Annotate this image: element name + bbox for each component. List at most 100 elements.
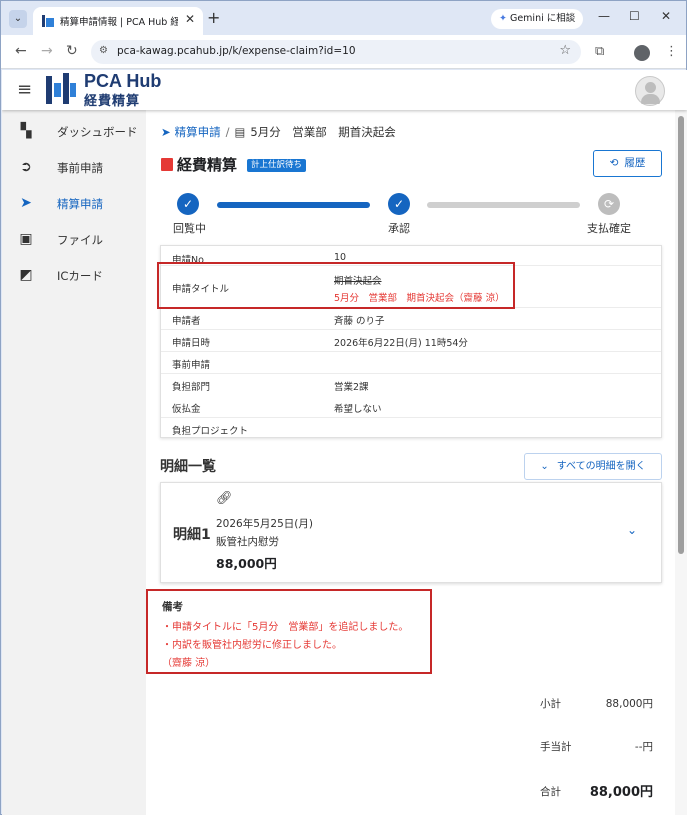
status-badge: 計上仕訳待ち: [247, 159, 307, 172]
subtotal-label: 小計: [540, 698, 561, 710]
expand-all-label: すべての明細を開く: [556, 461, 646, 472]
step-2-check-icon: ✓: [388, 193, 410, 215]
title-highlight-box: [157, 262, 515, 309]
tab-bar: ⌄ 精算申請情報 | PCA Hub 経費精算 ✕ + ✦Gemini に相談 …: [1, 1, 686, 35]
info-key: 負担プロジェクト: [172, 426, 249, 437]
info-value: 2026年6月22日(月) 11時54分: [334, 338, 468, 349]
info-value: 営業2課: [334, 382, 369, 393]
browser-tab[interactable]: 精算申請情報 | PCA Hub 経費精算 ✕: [33, 7, 203, 35]
favicon-icon: [42, 15, 54, 27]
step-label: 支払確定: [587, 222, 631, 235]
table-row: 申請者 斉藤 のり子: [161, 308, 661, 330]
history-button-label: 履歴: [624, 157, 646, 169]
step-progress-bar-2: [427, 202, 580, 208]
detail-item[interactable]: 🔗︎ 明細1 2026年5月25日(月) 販管社内慰労 88,000円 ⌄: [160, 482, 662, 583]
sidebar-item-label: ICカード: [57, 269, 103, 283]
remarks-line: ・申請タイトルに「5月分 営業部」を追記しました。: [162, 622, 409, 633]
sidebar-item-label: 事前申請: [57, 161, 103, 175]
send-icon: ➤: [161, 125, 171, 139]
browser-profile-icon[interactable]: [634, 45, 650, 61]
breadcrumb-current: 5月分 営業部 期首決起会: [250, 125, 396, 139]
info-key: 負担部門: [172, 382, 211, 393]
history-icon: ⟲: [609, 157, 619, 169]
gemini-button[interactable]: ✦ Gemini に相談: [491, 9, 584, 29]
logo-subtitle: 経費精算: [84, 94, 141, 109]
detail-category: 販管社内慰労: [216, 536, 279, 548]
step-3-pending-icon: ⟳: [598, 193, 620, 215]
app-header: ≡ PCA Hub 経費精算: [2, 70, 687, 110]
address-bar: ← → ↻ ⚙ pca-kawag.pcahub.jp/k/expense-cl…: [1, 35, 686, 69]
allowance-label: 手当計: [540, 741, 572, 753]
page-title: 経費精算: [177, 156, 238, 174]
detail-amount: 88,000円: [216, 556, 277, 571]
bookmark-star-icon[interactable]: ☆: [559, 43, 571, 58]
step-1-check-icon: ✓: [177, 193, 199, 215]
step-label: 承認: [388, 222, 410, 235]
pre-application-icon: ➲: [20, 159, 32, 175]
menu-icon[interactable]: ≡: [17, 79, 32, 100]
chevron-down-icon[interactable]: ⌄: [627, 523, 637, 537]
gemini-label: Gemini に相談: [509, 13, 576, 24]
new-tab-button[interactable]: +: [207, 8, 220, 27]
extensions-icon[interactable]: ⧉: [595, 44, 604, 59]
scrollbar[interactable]: [675, 110, 687, 815]
table-row: 負担部門 営業2課: [161, 374, 661, 396]
user-avatar[interactable]: [635, 76, 665, 106]
close-tab-icon[interactable]: ✕: [185, 12, 195, 26]
url-field[interactable]: ⚙ pca-kawag.pcahub.jp/k/expense-claim?id…: [91, 40, 581, 64]
document-icon: ▤: [234, 125, 246, 139]
table-row: 事前申請: [161, 352, 661, 374]
detail-number: 明細1: [173, 527, 211, 543]
breadcrumb-separator: /: [225, 125, 230, 139]
send-icon: ➤: [20, 195, 32, 211]
history-button[interactable]: ⟲ 履歴: [593, 150, 662, 177]
breadcrumb: ➤ 精算申請 / ▤ 5月分 営業部 期首決起会: [161, 124, 396, 140]
sidebar-item-label: ファイル: [57, 233, 103, 247]
image-icon: ▣: [19, 231, 33, 247]
url-text: pca-kawag.pcahub.jp/k/expense-claim?id=1…: [117, 45, 356, 57]
sidebar-item-label: 精算申請: [57, 197, 103, 211]
browser-menu-icon[interactable]: ⋮: [665, 44, 678, 59]
forward-icon[interactable]: →: [41, 43, 53, 59]
scrollbar-thumb[interactable]: [678, 116, 684, 554]
remarks-line: ・内訳を販管社内慰労に修正しました。: [162, 640, 342, 651]
step-progress-bar-1: [217, 202, 370, 208]
sidebar-item-ic-card[interactable]: ◩ ICカード: [2, 260, 146, 292]
pca-hub-logo-icon: [46, 73, 76, 104]
remarks-box: 備考 ・申請タイトルに「5月分 営業部」を追記しました。 ・内訳を販管社内慰労に…: [146, 589, 432, 674]
info-key: 事前申請: [172, 360, 211, 371]
remarks-line: （齋藤 涼）: [162, 658, 216, 669]
tab-search-icon[interactable]: ⌄: [9, 10, 27, 28]
info-key: 仮払金: [172, 404, 201, 415]
sidebar-item-files[interactable]: ▣ ファイル: [2, 224, 146, 256]
allowance-value: --円: [634, 741, 653, 753]
attachment-icon: 🔗︎: [216, 491, 233, 506]
window-close-icon[interactable]: ✕: [661, 9, 671, 23]
maximize-icon[interactable]: ☐: [629, 9, 640, 23]
info-key: 申請日時: [172, 338, 211, 349]
ic-card-icon: ◩: [19, 267, 33, 283]
info-value: 希望しない: [334, 404, 382, 415]
dashboard-icon: ▚: [20, 123, 32, 139]
total-value: 88,000円: [589, 785, 653, 800]
breadcrumb-link-expense-claim[interactable]: 精算申請: [175, 125, 221, 139]
detail-date: 2026年5月25日(月): [216, 518, 313, 530]
minimize-icon[interactable]: —: [598, 9, 610, 23]
reload-icon[interactable]: ↻: [66, 43, 78, 59]
app-viewport: ≡ PCA Hub 経費精算 ▚ ダッシュボード ➲ 事前申請 ➤ 精算申請 ▣…: [2, 70, 687, 815]
sidebar-item-pre-application[interactable]: ➲ 事前申請: [2, 152, 146, 184]
sidebar-item-expense-claim[interactable]: ➤ 精算申請: [2, 188, 146, 220]
book-icon: [161, 158, 173, 171]
sidebar-item-dashboard[interactable]: ▚ ダッシュボード: [2, 116, 146, 148]
site-info-icon[interactable]: ⚙: [99, 45, 108, 56]
chevron-down-icon: ⌄: [540, 461, 549, 472]
info-key: 申請者: [172, 316, 201, 327]
gemini-icon: ✦: [499, 13, 507, 24]
expand-all-details-button[interactable]: ⌄ すべての明細を開く: [524, 453, 662, 480]
remarks-title: 備考: [162, 601, 183, 613]
details-section-title: 明細一覧: [160, 459, 216, 475]
step-label: 回覧中: [173, 222, 206, 235]
back-icon[interactable]: ←: [15, 43, 27, 59]
browser-window: ⌄ 精算申請情報 | PCA Hub 経費精算 ✕ + ✦Gemini に相談 …: [0, 0, 687, 815]
tab-title: 精算申請情報 | PCA Hub 経費精算: [60, 17, 178, 28]
